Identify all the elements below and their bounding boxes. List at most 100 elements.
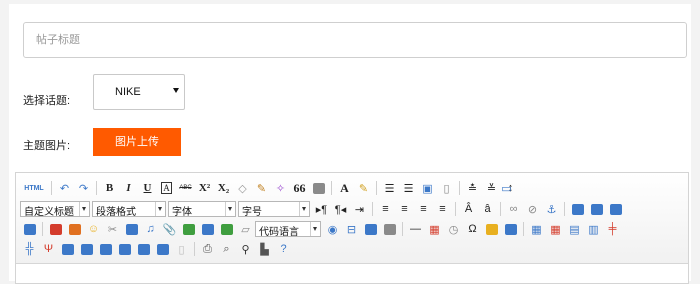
split-cols-icon[interactable] <box>153 240 172 258</box>
post-title-input[interactable] <box>23 22 687 58</box>
font-border-icon[interactable]: A <box>157 179 176 197</box>
superscript-button[interactable]: X² <box>195 179 214 197</box>
paragraph-format-select[interactable]: 段落格式 <box>92 201 166 218</box>
merge-cells-icon[interactable] <box>58 240 77 258</box>
image-float-none-icon[interactable] <box>568 200 587 218</box>
merge-right-icon[interactable] <box>77 240 96 258</box>
fullscreen-icon[interactable]: ▭ <box>497 179 516 197</box>
underline-button[interactable]: U <box>138 179 157 197</box>
wordimage-icon[interactable] <box>482 220 501 238</box>
undo-icon[interactable]: ↶ <box>55 179 74 197</box>
ordered-list-icon[interactable]: ☰ <box>380 179 399 197</box>
toolbar-separator <box>51 181 52 195</box>
insert-code-icon[interactable]: ▣ <box>418 179 437 197</box>
unordered-list-icon[interactable]: ☰ <box>399 179 418 197</box>
attachment-icon[interactable]: 📎 <box>160 220 179 238</box>
snapscreen-icon[interactable] <box>501 220 520 238</box>
new-document-icon[interactable]: ▯ <box>437 179 456 197</box>
font-family-select[interactable]: 字体 <box>168 201 236 218</box>
delete-row-icon[interactable]: ╪ <box>603 220 622 238</box>
align-justify-icon[interactable]: ≡ <box>433 200 452 218</box>
web-page-icon[interactable]: ◉ <box>323 220 342 238</box>
google-map-icon[interactable] <box>198 220 217 238</box>
image-float-left-icon[interactable] <box>587 200 606 218</box>
insert-paragraph-table-icon[interactable]: ▤ <box>565 220 584 238</box>
post-form-panel: 选择话题: NIKE 主题图片: 图片上传 HTML ↶ ↷ B I U A A… <box>9 4 691 284</box>
topic-label: 选择话题: <box>23 95 71 107</box>
insert-table-icon[interactable]: ▦ <box>527 220 546 238</box>
ltr-direction-icon[interactable]: ▸¶ <box>312 200 331 218</box>
split-rows-icon[interactable] <box>134 240 153 258</box>
special-chars-icon[interactable]: Ω <box>463 220 482 238</box>
uppercase-icon[interactable]: Â <box>459 200 478 218</box>
strikethrough-button[interactable]: ABC <box>176 179 195 197</box>
dropdown-arrow-icon <box>225 202 235 216</box>
editor-content-area[interactable] <box>16 264 688 283</box>
insert-col-icon[interactable]: ╬ <box>20 240 39 258</box>
topic-select[interactable]: NIKE <box>93 74 185 110</box>
row-spacing-top-icon[interactable]: ≛ <box>463 179 482 197</box>
html-source-button[interactable]: HTML <box>20 179 48 197</box>
font-size-label: 字号 <box>242 207 262 218</box>
code-language-select[interactable]: 代码语言 <box>255 221 321 238</box>
search-replace-icon[interactable]: ⚲ <box>236 240 255 258</box>
anchor-icon[interactable]: ⚓ <box>542 200 561 218</box>
horizontal-rule-icon[interactable]: — <box>406 220 425 238</box>
bold-button[interactable]: B <box>100 179 119 197</box>
redo-icon[interactable]: ↷ <box>74 179 93 197</box>
help-icon[interactable]: ? <box>274 240 293 258</box>
custom-heading-select[interactable]: 自定义标题 <box>20 201 90 218</box>
insert-code-block-icon[interactable]: ▱ <box>236 220 255 238</box>
insert-frame-icon[interactable] <box>217 220 236 238</box>
topic-selected-value: NIKE <box>115 86 141 98</box>
image-float-right-icon[interactable] <box>606 200 625 218</box>
print-icon[interactable]: ⎙ <box>198 240 217 258</box>
emotion-icon[interactable]: ☺ <box>84 220 103 238</box>
format-brush-icon[interactable]: ✎ <box>252 179 271 197</box>
font-family-label: 字体 <box>172 207 192 218</box>
toolbar-separator <box>455 202 456 216</box>
delete-table-icon[interactable]: ▦ <box>546 220 565 238</box>
magic-wand-icon[interactable]: ✧ <box>271 179 290 197</box>
multi-image-icon[interactable] <box>65 220 84 238</box>
music-icon[interactable]: ♫ <box>141 220 160 238</box>
font-color-button[interactable]: A <box>335 179 354 197</box>
link-icon[interactable]: ∞ <box>504 200 523 218</box>
align-left-icon[interactable]: ≡ <box>376 200 395 218</box>
date-icon[interactable]: ▦ <box>425 220 444 238</box>
paste-text-icon[interactable] <box>309 179 328 197</box>
highlight-color-icon[interactable]: ✎ <box>354 179 373 197</box>
toolbar-separator <box>564 202 565 216</box>
font-size-select[interactable]: 字号 <box>238 201 310 218</box>
map-icon[interactable] <box>179 220 198 238</box>
split-cells-icon[interactable] <box>115 240 134 258</box>
image-upload-button[interactable]: 图片上传 <box>93 128 181 156</box>
rtl-direction-icon[interactable]: ¶◂ <box>331 200 350 218</box>
blockquote-button[interactable]: 66 <box>290 179 309 197</box>
charts-icon[interactable]: ▯ <box>172 240 191 258</box>
delete-col-icon[interactable]: Ψ <box>39 240 58 258</box>
scrawl-icon[interactable]: ✂ <box>103 220 122 238</box>
page-break-icon[interactable]: ⊟ <box>342 220 361 238</box>
toolbar-row-2: 自定义标题 段落格式 字体 字号 ▸¶ ¶◂ ⇥ ≡ ≡ ≡ ≡ Â â ∞ ⊘… <box>20 200 625 218</box>
image-center-icon[interactable] <box>20 220 39 238</box>
indent-icon[interactable]: ⇥ <box>350 200 369 218</box>
insert-video-icon[interactable] <box>122 220 141 238</box>
unlink-icon[interactable]: ⊘ <box>523 200 542 218</box>
image-label: 主题图片: <box>23 140 71 152</box>
toolbar-separator <box>96 181 97 195</box>
preview-icon[interactable]: ⌕ <box>217 240 236 258</box>
italic-button[interactable]: I <box>119 179 138 197</box>
template-icon[interactable] <box>380 220 399 238</box>
subscript-button[interactable]: X₂ <box>214 179 233 197</box>
drafts-icon[interactable]: ▙ <box>255 240 274 258</box>
lowercase-icon[interactable]: â <box>478 200 497 218</box>
align-right-icon[interactable]: ≡ <box>414 200 433 218</box>
align-center-icon[interactable]: ≡ <box>395 200 414 218</box>
background-icon[interactable] <box>361 220 380 238</box>
eraser-icon[interactable]: ◇ <box>233 179 252 197</box>
insert-image-icon[interactable] <box>46 220 65 238</box>
time-icon[interactable]: ◷ <box>444 220 463 238</box>
merge-down-icon[interactable] <box>96 240 115 258</box>
insert-row-icon[interactable]: ▥ <box>584 220 603 238</box>
